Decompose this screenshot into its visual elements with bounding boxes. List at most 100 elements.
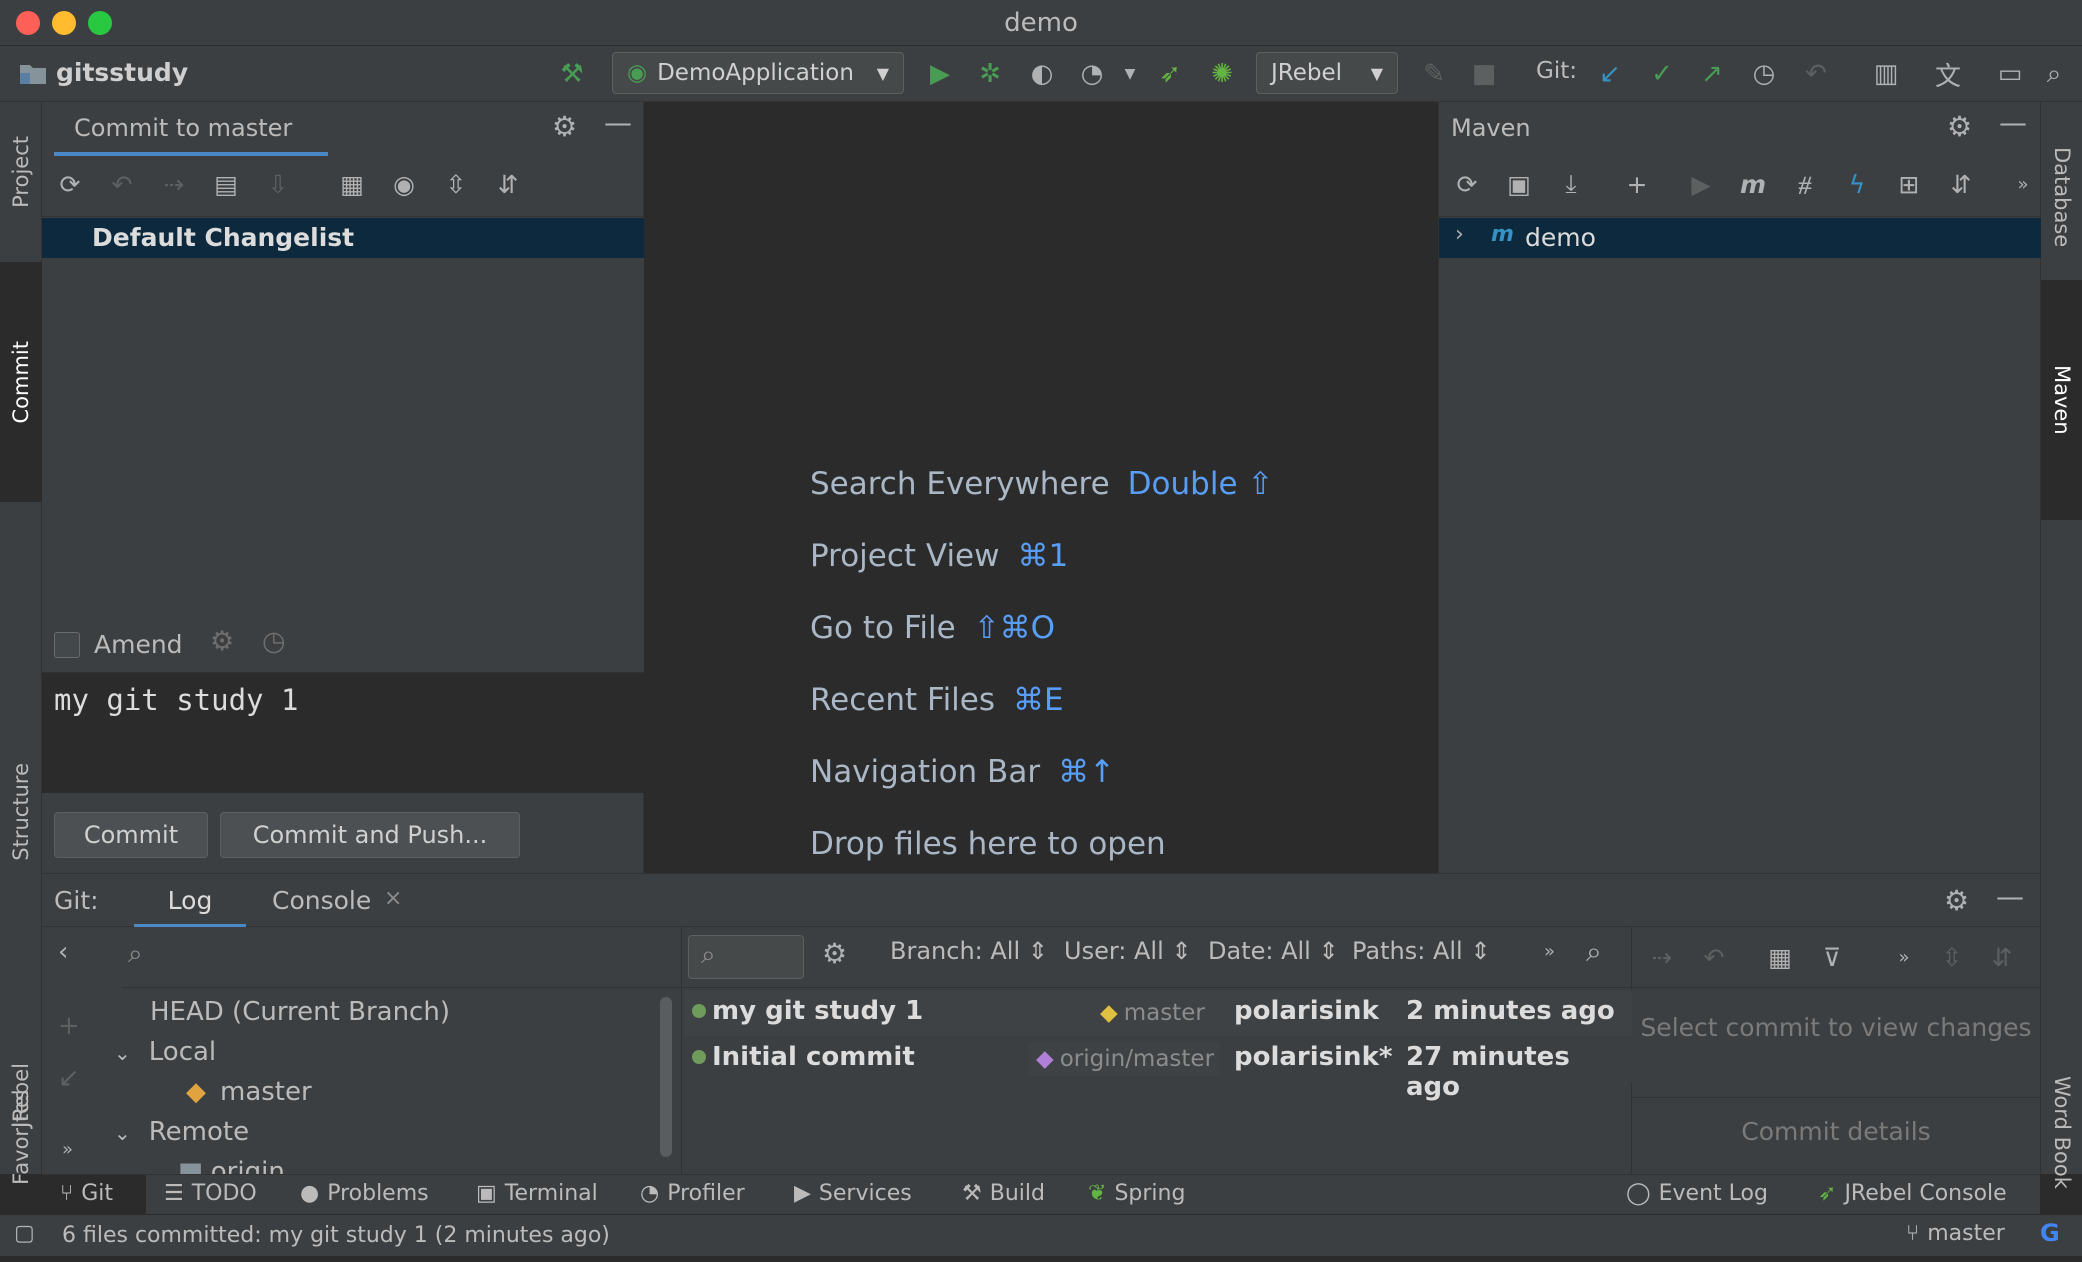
tool-window-services[interactable]: ▶ Services — [794, 1181, 912, 1206]
tab-log[interactable]: Log — [134, 874, 246, 928]
expand-all-icon[interactable]: ⇳ — [1934, 939, 1970, 975]
refresh-icon[interactable]: ⟳ — [52, 166, 88, 202]
log-search-input[interactable]: ⌕ — [688, 935, 804, 979]
git-branch-widget[interactable]: ⑂ master — [1906, 1221, 2005, 1246]
scrollbar[interactable] — [660, 997, 672, 1157]
stripe-tab-jrebel[interactable]: JRebel — [0, 1040, 42, 1150]
stripe-tab-database[interactable]: Database — [2041, 122, 2082, 272]
tool-window-build[interactable]: ⚒ Build — [962, 1181, 1045, 1206]
jrebel-run-icon[interactable]: ➶ — [1152, 56, 1188, 92]
collapse-all-icon[interactable]: ⇵ — [1984, 939, 2020, 975]
run-maven-icon[interactable]: ▶ — [1683, 166, 1719, 202]
hide-icon[interactable]: — — [604, 106, 632, 139]
group-by-icon[interactable]: ▦ — [1762, 939, 1798, 975]
tool-window-problems[interactable]: ● Problems — [300, 1181, 429, 1206]
hide-icon[interactable]: — — [1996, 880, 2024, 913]
more-icon[interactable]: » — [1544, 941, 1555, 962]
search-icon[interactable]: ⌕ — [2036, 56, 2072, 92]
git-commit-icon[interactable]: ✓ — [1644, 56, 1680, 92]
tool-window-todo[interactable]: ☰ TODO — [164, 1181, 257, 1206]
more-icon[interactable]: » — [62, 1139, 73, 1160]
git-push-icon[interactable]: ↗ — [1694, 56, 1730, 92]
eye-icon[interactable]: ◉ — [386, 166, 422, 202]
download-icon[interactable]: ⤓ — [1553, 166, 1589, 202]
message-history-icon[interactable]: ◷ — [262, 626, 286, 657]
branch-head[interactable]: HEAD (Current Branch) — [150, 997, 450, 1027]
branch-local-master[interactable]: ◆ master — [186, 1077, 312, 1107]
tab-console[interactable]: Console × — [264, 874, 412, 928]
gear-icon[interactable]: ⚙ — [1947, 110, 1972, 143]
commit-button[interactable]: Commit — [54, 812, 208, 858]
presentation-icon[interactable]: ▭ — [1992, 56, 2028, 92]
add-icon[interactable]: + — [1619, 166, 1655, 202]
commit-row[interactable]: Initial commit ◆ origin/master polarisink… — [684, 1036, 1632, 1102]
project-breadcrumb[interactable]: gitsstudy — [18, 58, 188, 87]
amend-checkbox[interactable] — [54, 632, 80, 658]
stop-icon[interactable]: ■ — [1466, 56, 1502, 92]
skip-tests-icon[interactable]: ϟ — [1839, 166, 1875, 202]
cherry-pick-icon[interactable]: ⇢ — [1644, 939, 1680, 975]
filter-branch[interactable]: Branch: All ⇕ — [890, 937, 1048, 965]
stripe-tab-maven[interactable]: Maven — [2041, 280, 2082, 520]
build-hammer-icon[interactable]: ⚒ — [554, 56, 590, 92]
log-settings-gear-icon[interactable]: ⚙ — [822, 937, 847, 970]
tool-window-jrebel-console[interactable]: ➶ JRebel Console — [1818, 1181, 2007, 1206]
git-update-icon[interactable]: ↙ — [1592, 56, 1628, 92]
toggle-tool-windows-icon[interactable]: ▢ — [14, 1221, 35, 1246]
run-icon[interactable]: ▶ — [922, 56, 958, 92]
add-icon[interactable]: + — [58, 1011, 80, 1041]
search-icon[interactable]: ⌕ — [1586, 935, 1602, 969]
back-icon[interactable]: ‹ — [58, 937, 68, 967]
toggle-offline-icon[interactable]: ⧣ — [1787, 166, 1823, 202]
filter-icon[interactable]: ⊽ — [1814, 939, 1850, 975]
collapse-all-icon[interactable]: ⇵ — [1943, 166, 1979, 202]
rollback-icon[interactable]: ↶ — [104, 166, 140, 202]
attach-icon[interactable]: ✎ — [1416, 56, 1452, 92]
commit-panel-tab[interactable]: Commit to master — [54, 102, 328, 156]
tool-window-event-log[interactable]: ◯ Event Log — [1626, 1181, 1768, 1206]
project-structure-icon[interactable]: ▥ — [1868, 56, 1904, 92]
commit-message-input[interactable]: my git study 1 — [42, 673, 644, 793]
gear-icon[interactable]: ⚙ — [1944, 884, 1969, 917]
filter-paths[interactable]: Paths: All ⇕ — [1352, 937, 1490, 965]
update-icon[interactable]: ↙ — [58, 1063, 80, 1093]
tool-window-terminal[interactable]: ▣ Terminal — [476, 1181, 598, 1206]
debug-icon[interactable]: ✲ — [972, 56, 1008, 92]
show-dependencies-icon[interactable]: ⊞ — [1891, 166, 1927, 202]
more-run-icon[interactable]: ▼ — [1112, 56, 1148, 92]
jrebel-debug-icon[interactable]: ✺ — [1204, 56, 1240, 92]
branch-remote-origin[interactable]: ⌄ ▆ origin — [150, 1157, 285, 1174]
stripe-tab-project[interactable]: Project — [0, 112, 42, 232]
filter-user[interactable]: User: All ⇕ — [1064, 937, 1192, 965]
stripe-tab-commit[interactable]: Commit — [0, 262, 42, 502]
status-message[interactable]: 6 files committed: my git study 1 (2 min… — [62, 1223, 610, 1248]
more-icon[interactable]: » — [1886, 939, 1922, 975]
history-icon[interactable]: ◷ — [1746, 56, 1782, 92]
gear-icon[interactable]: ⚙ — [552, 110, 577, 143]
branch-search-input[interactable]: ⌕ — [122, 927, 682, 988]
shelve-icon[interactable]: ⇩ — [260, 166, 296, 202]
run-config-select[interactable]: ◉ DemoApplication ▼ — [612, 52, 904, 94]
move-icon[interactable]: ⇢ — [156, 166, 192, 202]
rollback-icon[interactable]: ↶ — [1798, 56, 1834, 92]
tool-window-profiler[interactable]: ◔ Profiler — [640, 1181, 745, 1206]
collapse-all-icon[interactable]: ⇵ — [490, 166, 526, 202]
tool-window-git[interactable]: ⑂ Git — [60, 1181, 113, 1206]
google-icon[interactable]: G — [2040, 1219, 2060, 1247]
tool-window-spring[interactable]: ❦ Spring — [1088, 1181, 1185, 1206]
profile-icon[interactable]: ◔ — [1074, 56, 1110, 92]
commit-options-gear-icon[interactable]: ⚙ — [210, 626, 234, 657]
changelist-row[interactable]: Default Changelist — [42, 218, 644, 258]
group-by-icon[interactable]: ▦ — [334, 166, 370, 202]
maven-project-row[interactable]: › m demo — [1439, 218, 2041, 258]
stripe-tab-structure[interactable]: Structure — [0, 682, 42, 942]
hide-icon[interactable]: — — [1999, 106, 2027, 139]
reload-icon[interactable]: ⟳ — [1449, 166, 1485, 202]
branch-group-remote[interactable]: ⌄ Remote — [114, 1117, 249, 1147]
jrebel-select[interactable]: JRebel ▼ — [1256, 52, 1398, 94]
close-icon[interactable]: × — [384, 886, 402, 911]
coverage-icon[interactable]: ◐ — [1024, 56, 1060, 92]
more-icon[interactable]: » — [2005, 166, 2041, 202]
show-diff-icon[interactable]: ▤ — [208, 166, 244, 202]
branch-group-local[interactable]: ⌄ Local — [114, 1037, 216, 1067]
